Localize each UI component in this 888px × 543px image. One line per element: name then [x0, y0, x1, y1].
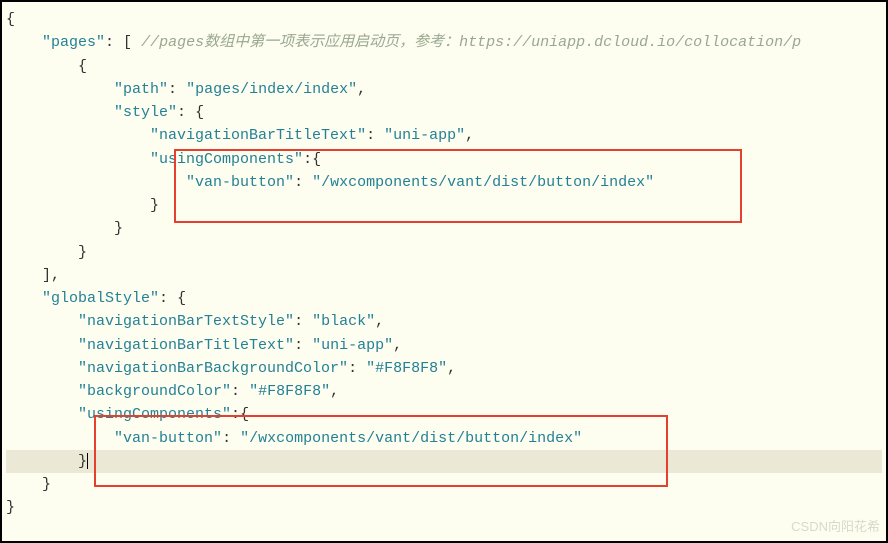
token-key: "navigationBarTitleText"	[78, 337, 294, 354]
code-line: "van-button": "/wxcomponents/vant/dist/b…	[6, 427, 882, 450]
code-line: {	[6, 8, 882, 31]
token-punct: }	[114, 220, 123, 237]
text-cursor	[87, 453, 88, 469]
token-key: "navigationBarTextStyle"	[78, 313, 294, 330]
code-line: }	[6, 473, 882, 496]
token-string: "uni-app"	[312, 337, 393, 354]
token-punct: }	[42, 476, 51, 493]
code-line: "pages": [ //pages数组中第一项表示应用启动页，参考：https…	[6, 31, 882, 54]
code-line: "navigationBarTitleText": "uni-app",	[6, 124, 882, 147]
code-line: {	[6, 55, 882, 78]
token-punct: }	[6, 499, 15, 516]
token-colon: :	[294, 313, 312, 330]
token-punct: ,	[357, 81, 366, 98]
token-comment: //pages数组中第一项表示应用启动页，参考：https://uniapp.d…	[141, 34, 801, 51]
token-colon: :	[222, 430, 240, 447]
token-colon: :	[231, 383, 249, 400]
token-string: "/wxcomponents/vant/dist/button/index"	[240, 430, 582, 447]
code-line: ],	[6, 264, 882, 287]
token-colon: :	[168, 81, 186, 98]
token-punct: }	[150, 197, 159, 214]
code-line: "path": "pages/index/index",	[6, 78, 882, 101]
code-line: "globalStyle": {	[6, 287, 882, 310]
code-line: "van-button": "/wxcomponents/vant/dist/b…	[6, 171, 882, 194]
token-punct: ,	[465, 127, 474, 144]
token-key: "path"	[114, 81, 168, 98]
token-key: "usingComponents"	[78, 406, 231, 423]
token-colon: :	[159, 290, 177, 307]
token-punct: {	[240, 406, 249, 423]
token-punct: }	[78, 244, 87, 261]
token-colon: :	[105, 34, 123, 51]
token-key: "style"	[114, 104, 177, 121]
token-key: "navigationBarBackgroundColor"	[78, 360, 348, 377]
token-punct: {	[195, 104, 204, 121]
token-punct: }	[78, 453, 87, 470]
token-key: "usingComponents"	[150, 151, 303, 168]
token-key: "pages"	[42, 34, 105, 51]
token-key: "backgroundColor"	[78, 383, 231, 400]
token-colon: :	[177, 104, 195, 121]
token-punct: {	[6, 11, 15, 28]
token-colon: :	[303, 151, 312, 168]
token-string: "uni-app"	[384, 127, 465, 144]
code-line: "backgroundColor": "#F8F8F8",	[6, 380, 882, 403]
token-colon: :	[348, 360, 366, 377]
code-line: "usingComponents":{	[6, 403, 882, 426]
token-colon: :	[294, 174, 312, 191]
token-punct: ,	[447, 360, 456, 377]
token-punct: ,	[393, 337, 402, 354]
token-punct: ,	[375, 313, 384, 330]
token-key: "van-button"	[186, 174, 294, 191]
token-colon: :	[231, 406, 240, 423]
token-string: "#F8F8F8"	[249, 383, 330, 400]
token-key: "globalStyle"	[42, 290, 159, 307]
token-punct: {	[312, 151, 321, 168]
token-punct: {	[177, 290, 186, 307]
token-string: "black"	[312, 313, 375, 330]
code-line: "navigationBarTitleText": "uni-app",	[6, 334, 882, 357]
code-line: "navigationBarBackgroundColor": "#F8F8F8…	[6, 357, 882, 380]
code-line: }	[6, 496, 882, 519]
watermark: CSDN向阳花希	[791, 517, 880, 537]
code-block: { "pages": [ //pages数组中第一项表示应用启动页，参考：htt…	[6, 8, 882, 520]
code-line: }	[6, 241, 882, 264]
code-line: }	[6, 450, 882, 473]
token-colon: :	[366, 127, 384, 144]
token-punct: [	[123, 34, 141, 51]
token-key: "van-button"	[114, 430, 222, 447]
token-punct: ],	[42, 267, 60, 284]
token-colon: :	[294, 337, 312, 354]
token-key: "navigationBarTitleText"	[150, 127, 366, 144]
code-line: }	[6, 217, 882, 240]
token-string: "pages/index/index"	[186, 81, 357, 98]
code-line: "navigationBarTextStyle": "black",	[6, 310, 882, 333]
code-line: }	[6, 194, 882, 217]
token-string: "/wxcomponents/vant/dist/button/index"	[312, 174, 654, 191]
token-punct: ,	[330, 383, 339, 400]
code-line: "usingComponents":{	[6, 148, 882, 171]
code-line: "style": {	[6, 101, 882, 124]
token-string: "#F8F8F8"	[366, 360, 447, 377]
token-punct: {	[78, 58, 87, 75]
